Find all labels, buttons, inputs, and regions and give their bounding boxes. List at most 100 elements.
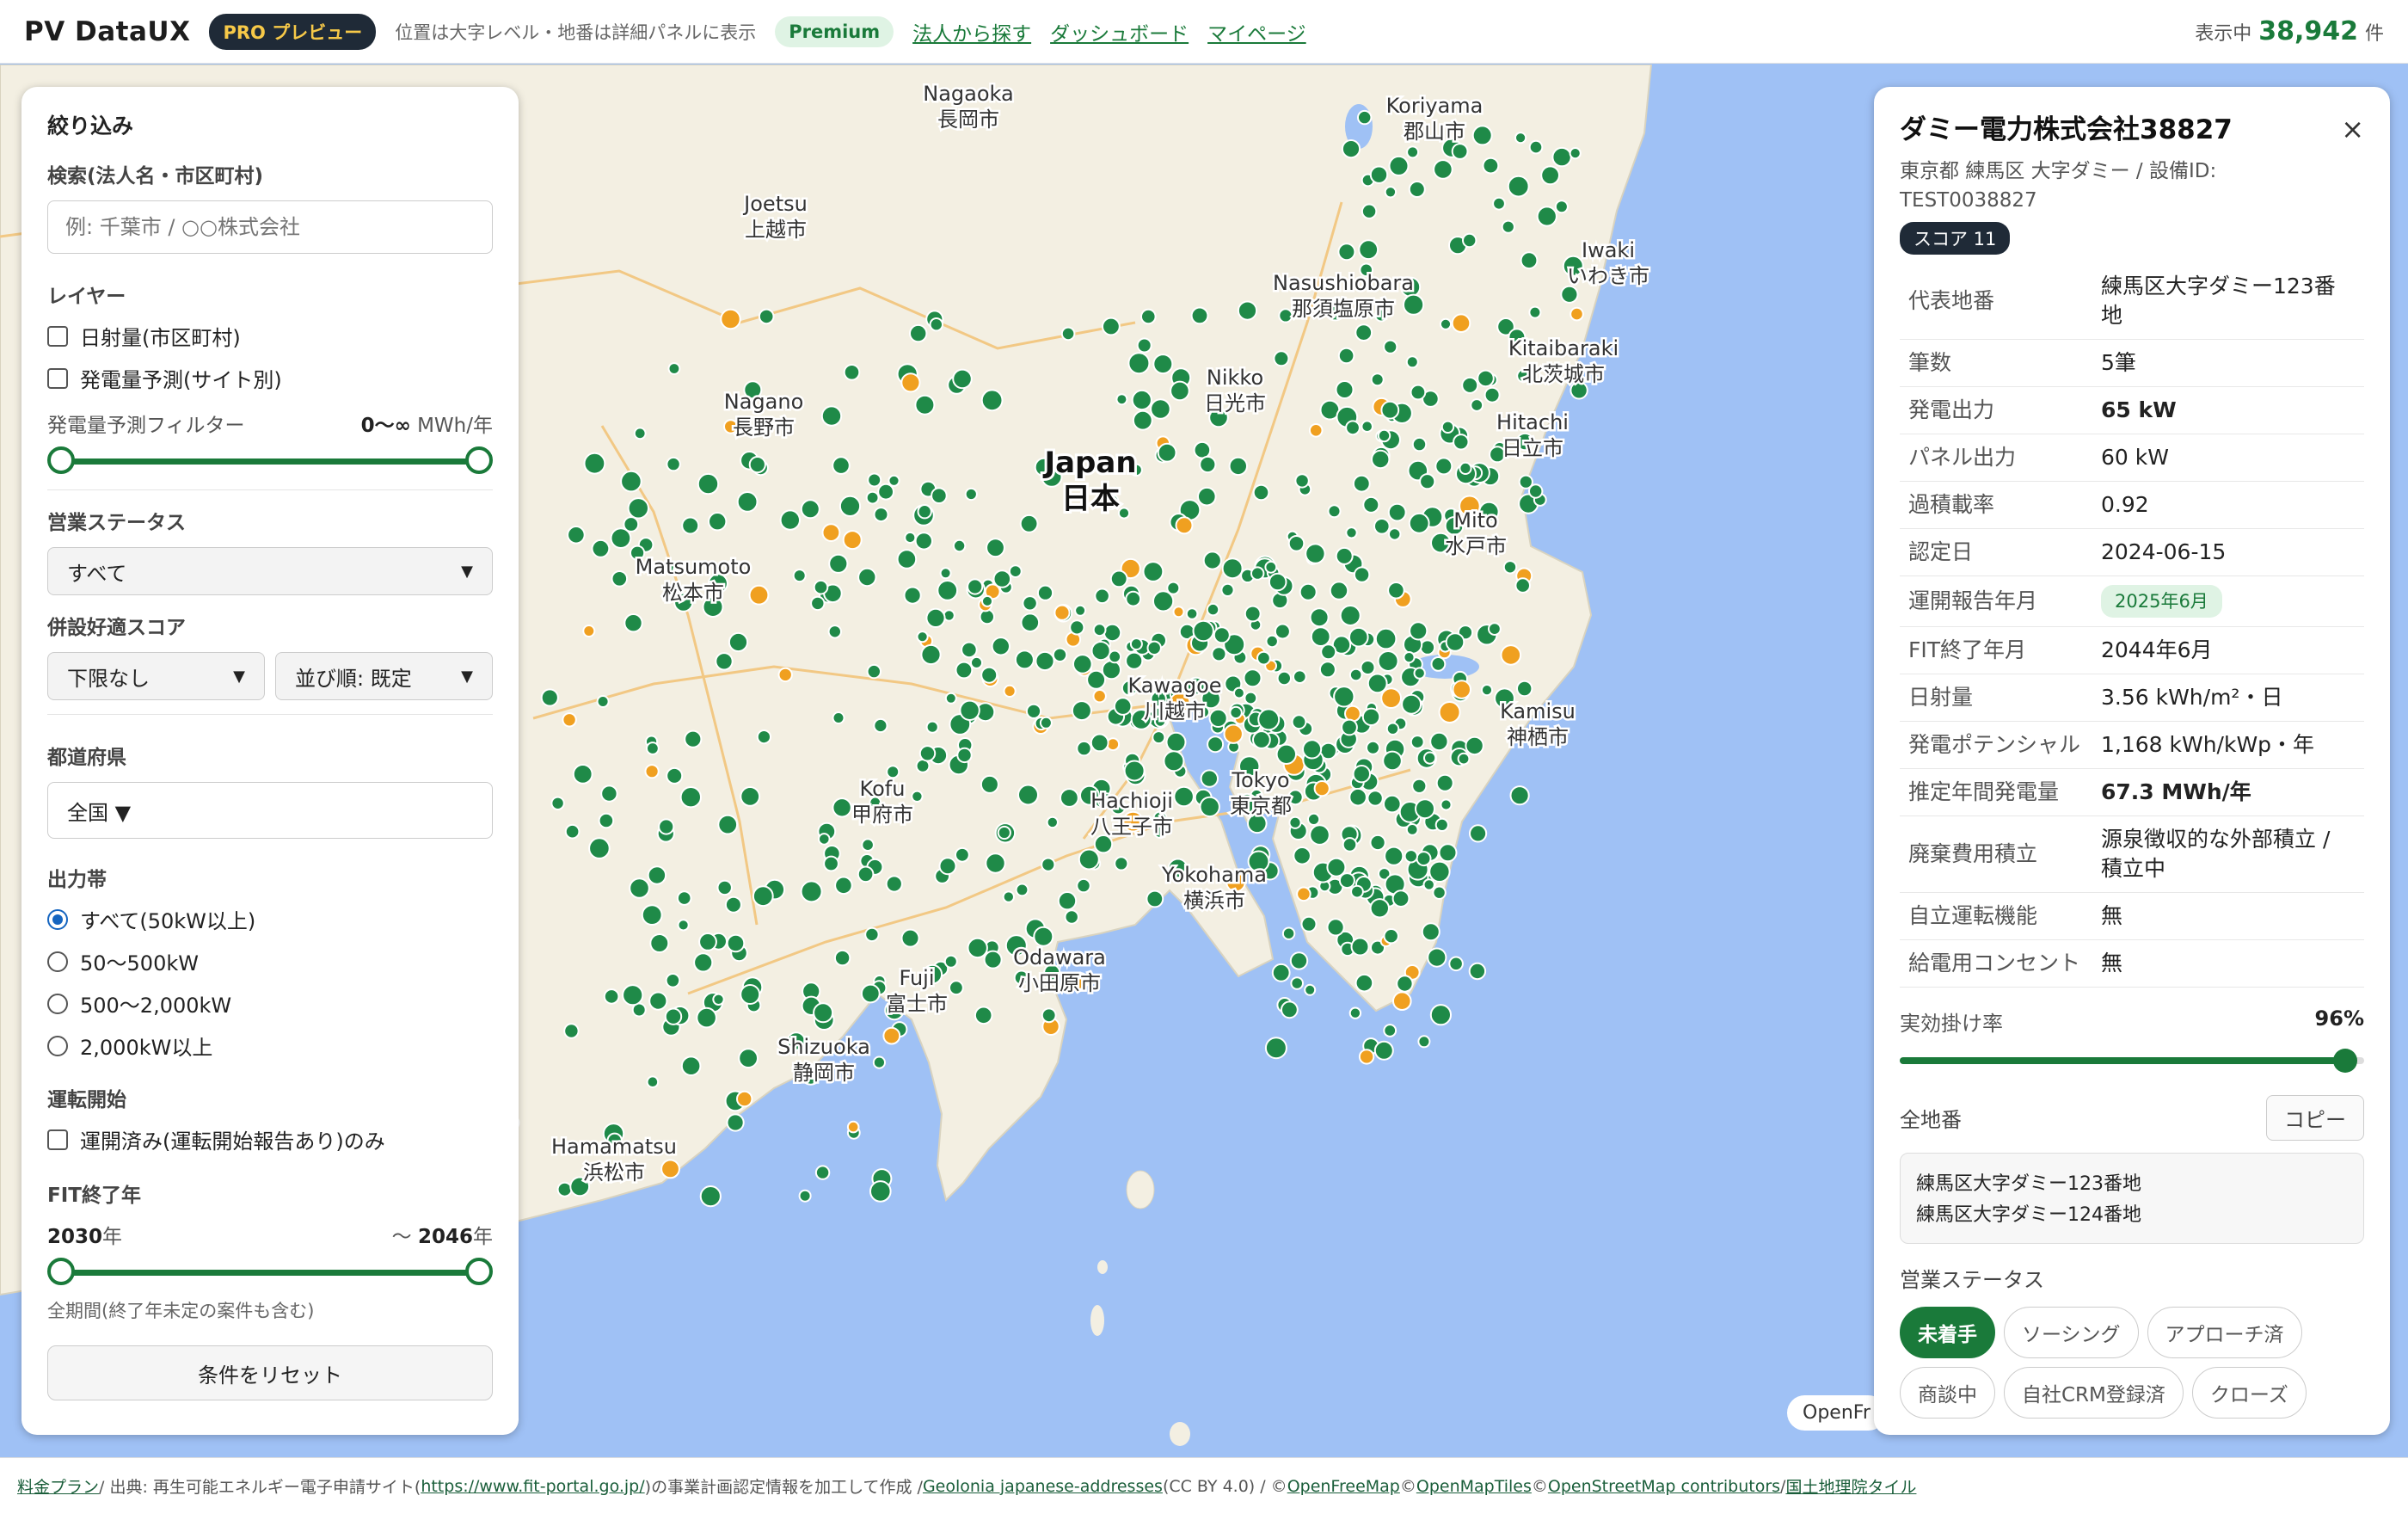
pv-site-marker[interactable] — [1470, 398, 1484, 412]
radio-button[interactable] — [47, 908, 68, 930]
pv-site-marker[interactable] — [1152, 590, 1175, 612]
pv-site-marker[interactable] — [1199, 455, 1217, 474]
pricing-link[interactable]: 料金プラン — [17, 1474, 99, 1498]
pv-site-marker[interactable] — [832, 711, 845, 724]
pv-site-marker[interactable] — [1003, 684, 1017, 699]
pv-site-marker[interactable] — [873, 717, 888, 734]
pv-site-marker[interactable] — [624, 613, 643, 633]
pv-site-marker[interactable] — [1320, 643, 1337, 661]
pv-site-marker[interactable] — [1457, 752, 1471, 766]
pv-site-marker[interactable] — [1264, 1037, 1287, 1060]
pv-site-marker[interactable] — [1244, 605, 1262, 623]
pv-site-marker[interactable] — [820, 405, 843, 427]
pv-site-marker[interactable] — [644, 764, 660, 779]
pv-site-marker[interactable] — [1451, 143, 1469, 160]
pv-site-marker[interactable] — [846, 1120, 860, 1134]
pv-site-marker[interactable] — [929, 317, 944, 332]
pv-site-marker[interactable] — [1309, 607, 1330, 628]
pv-site-marker[interactable] — [1411, 778, 1428, 794]
pv-site-marker[interactable] — [1350, 884, 1364, 899]
pv-site-marker[interactable] — [1252, 483, 1270, 502]
pv-site-marker[interactable] — [641, 904, 663, 926]
pv-site-marker[interactable] — [1410, 735, 1425, 749]
pv-site-marker[interactable] — [1190, 306, 1209, 325]
pv-site-marker[interactable] — [1528, 139, 1544, 155]
pv-site-marker[interactable] — [572, 764, 593, 785]
pv-site-marker[interactable] — [1471, 125, 1493, 146]
pv-site-marker[interactable] — [1054, 604, 1071, 621]
pv-site-marker[interactable] — [1020, 612, 1041, 633]
pv-site-marker[interactable] — [665, 973, 681, 988]
pv-site-marker[interactable] — [1570, 306, 1584, 322]
pv-site-marker[interactable] — [857, 865, 875, 883]
pv-site-marker[interactable] — [832, 456, 851, 475]
pv-site-marker[interactable] — [677, 919, 690, 932]
pv-site-marker[interactable] — [1342, 837, 1358, 852]
pv-site-marker[interactable] — [1326, 918, 1345, 937]
pv-site-marker[interactable] — [1157, 442, 1177, 463]
pv-site-marker[interactable] — [1417, 1035, 1431, 1049]
pv-site-marker[interactable] — [1406, 145, 1420, 159]
pv-site-marker[interactable] — [991, 637, 1011, 656]
pv-site-marker[interactable] — [1427, 947, 1447, 968]
pv-site-marker[interactable] — [1060, 788, 1079, 808]
pv-site-marker[interactable] — [712, 993, 725, 1006]
pv-site-marker[interactable] — [693, 952, 714, 973]
pv-site-marker[interactable] — [1461, 376, 1479, 394]
slider-max-handle[interactable] — [465, 446, 493, 474]
pv-site-marker[interactable] — [1352, 765, 1372, 784]
pv-site-marker[interactable] — [832, 797, 852, 818]
pv-site-marker[interactable] — [1360, 660, 1376, 675]
pv-site-marker[interactable] — [821, 523, 841, 542]
pv-site-marker[interactable] — [1142, 561, 1164, 582]
pv-site-marker[interactable] — [827, 625, 842, 639]
pv-site-marker[interactable] — [904, 531, 917, 545]
pv-site-marker[interactable] — [758, 308, 775, 325]
pv-site-marker[interactable] — [1008, 564, 1023, 578]
pv-site-marker[interactable] — [627, 497, 649, 520]
pv-site-marker[interactable] — [1207, 735, 1225, 754]
pv-site-marker[interactable] — [1274, 623, 1291, 640]
pv-site-marker[interactable] — [970, 655, 983, 669]
pv-site-marker[interactable] — [1388, 527, 1402, 541]
pv-site-marker[interactable] — [1419, 639, 1436, 655]
pv-site-marker[interactable] — [1293, 846, 1312, 865]
pv-site-marker[interactable] — [1213, 626, 1231, 644]
pv-site-marker[interactable] — [1500, 644, 1522, 666]
pv-site-marker[interactable] — [1333, 686, 1355, 708]
pv-site-marker[interactable] — [1514, 132, 1527, 145]
radio-button[interactable] — [47, 993, 68, 1014]
pv-site-marker[interactable] — [1039, 716, 1053, 729]
pv-site-marker[interactable] — [1199, 796, 1220, 818]
pv-site-marker[interactable] — [1250, 566, 1265, 581]
pv-site-marker[interactable] — [1114, 856, 1129, 871]
pv-site-marker[interactable] — [866, 663, 882, 680]
pv-site-marker[interactable] — [1313, 780, 1330, 797]
pv-site-marker[interactable] — [1507, 175, 1530, 198]
pv-site-marker[interactable] — [1348, 626, 1369, 648]
pv-site-marker[interactable] — [865, 490, 880, 505]
pv-site-marker[interactable] — [752, 885, 774, 908]
pv-site-marker[interactable] — [1520, 251, 1539, 270]
pv-site-marker[interactable] — [1366, 740, 1380, 755]
pv-site-marker[interactable] — [1036, 584, 1054, 601]
pv-site-marker[interactable] — [1069, 619, 1085, 636]
pv-site-marker[interactable] — [864, 926, 880, 943]
pv-site-marker[interactable] — [1348, 787, 1367, 807]
pv-site-marker[interactable] — [925, 607, 946, 629]
pv-site-marker[interactable] — [861, 838, 875, 852]
pv-site-marker[interactable] — [1540, 165, 1560, 186]
status-chip[interactable]: 未着手 — [1900, 1307, 1995, 1358]
pv-site-marker[interactable] — [1435, 773, 1454, 792]
pv-site-marker[interactable] — [591, 539, 611, 558]
pv-site-marker[interactable] — [1276, 670, 1293, 686]
pv-site-marker[interactable] — [800, 880, 823, 903]
pv-site-marker[interactable] — [1273, 350, 1290, 367]
pv-site-marker[interactable] — [1382, 750, 1403, 772]
pv-site-marker[interactable] — [1411, 436, 1428, 452]
pv-site-marker[interactable] — [598, 812, 615, 829]
pv-site-marker[interactable] — [1113, 697, 1133, 716]
pv-site-marker[interactable] — [1384, 186, 1398, 199]
pv-site-marker[interactable] — [959, 699, 980, 721]
pv-site-marker[interactable] — [629, 877, 650, 899]
